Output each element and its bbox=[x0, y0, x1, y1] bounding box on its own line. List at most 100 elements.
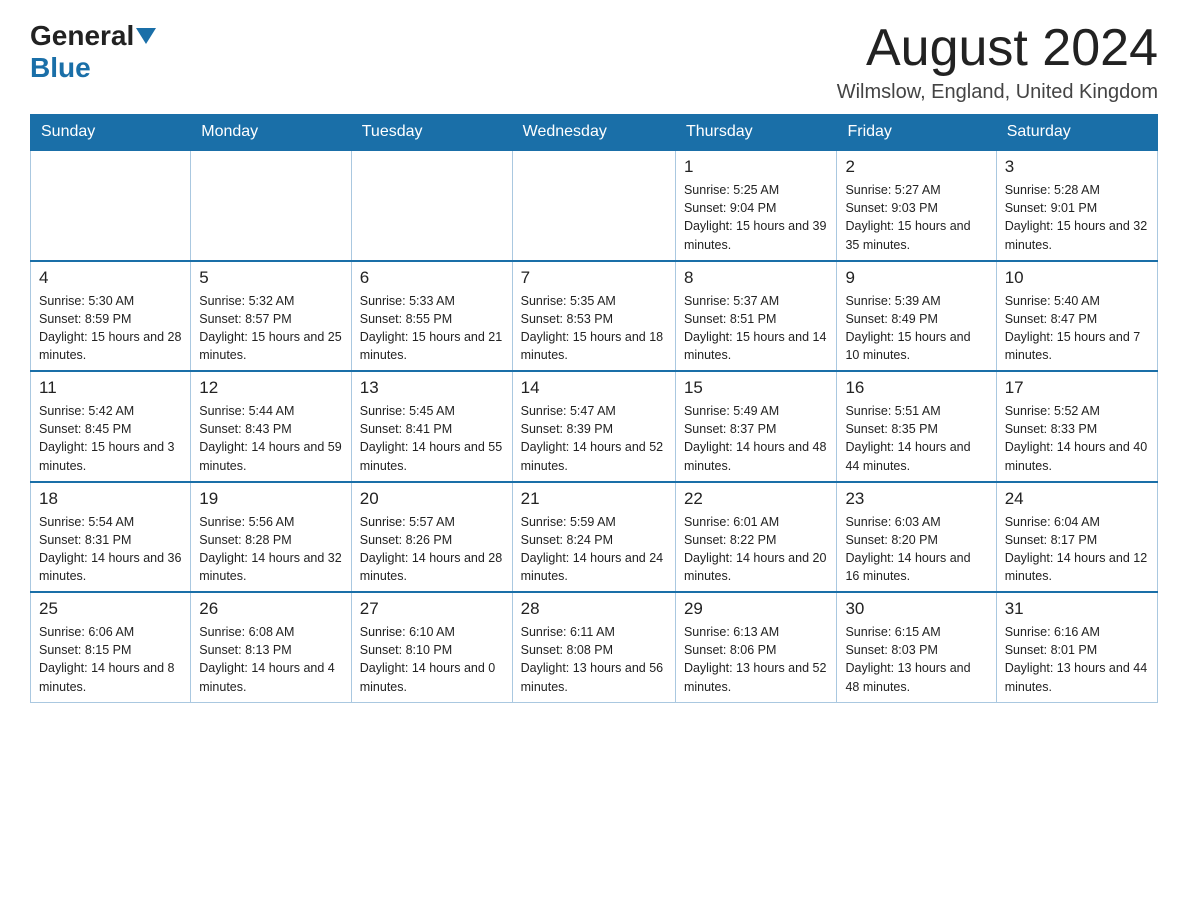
calendar-cell: 23 Sunrise: 6:03 AM Sunset: 8:20 PM Dayli… bbox=[837, 482, 996, 593]
day-number: 4 bbox=[39, 268, 182, 288]
calendar-header-row: SundayMondayTuesdayWednesdayThursdayFrid… bbox=[31, 115, 1158, 151]
day-number: 27 bbox=[360, 599, 504, 619]
day-number: 14 bbox=[521, 378, 667, 398]
calendar-cell: 3 Sunrise: 5:28 AM Sunset: 9:01 PM Daylig… bbox=[996, 150, 1157, 261]
calendar-cell: 15Sunrise: 5:49 AM Sunset: 8:37 PM Dayli… bbox=[675, 371, 837, 482]
day-number: 19 bbox=[199, 489, 343, 509]
day-number: 10 bbox=[1005, 268, 1149, 288]
calendar-cell: 9 Sunrise: 5:39 AM Sunset: 8:49 PM Daylig… bbox=[837, 261, 996, 372]
day-info: Sunrise: 5:35 AM Sunset: 8:53 PM Dayligh… bbox=[521, 292, 667, 365]
calendar-cell: 1Sunrise: 5:25 AM Sunset: 9:04 PM Daylig… bbox=[675, 150, 837, 261]
weekday-header-saturday: Saturday bbox=[996, 115, 1157, 151]
day-number: 5 bbox=[199, 268, 343, 288]
day-number: 21 bbox=[521, 489, 667, 509]
day-number: 17 bbox=[1005, 378, 1149, 398]
day-info: Sunrise: 5:56 AM Sunset: 8:28 PM Dayligh… bbox=[199, 513, 343, 586]
calendar-cell: 22 Sunrise: 6:01 AM Sunset: 8:22 PM Dayli… bbox=[675, 482, 837, 593]
day-info: Sunrise: 6:03 AM Sunset: 8:20 PM Dayligh… bbox=[845, 513, 987, 586]
day-number: 12 bbox=[199, 378, 343, 398]
calendar-cell: 6 Sunrise: 5:33 AM Sunset: 8:55 PM Daylig… bbox=[351, 261, 512, 372]
week-row-3: 11 Sunrise: 5:42 AM Sunset: 8:45 PM Dayli… bbox=[31, 371, 1158, 482]
calendar-cell: 31 Sunrise: 6:16 AM Sunset: 8:01 PM Dayli… bbox=[996, 592, 1157, 702]
day-number: 23 bbox=[845, 489, 987, 509]
calendar-cell: 18Sunrise: 5:54 AM Sunset: 8:31 PM Dayli… bbox=[31, 482, 191, 593]
location-text: Wilmslow, England, United Kingdom bbox=[837, 81, 1158, 104]
day-number: 30 bbox=[845, 599, 987, 619]
calendar-cell: 24Sunrise: 6:04 AM Sunset: 8:17 PM Dayli… bbox=[996, 482, 1157, 593]
day-info: Sunrise: 5:33 AM Sunset: 8:55 PM Dayligh… bbox=[360, 292, 504, 365]
page-header: General Blue August 2024 Wilmslow, Engla… bbox=[30, 20, 1158, 104]
calendar-cell bbox=[351, 150, 512, 261]
calendar-cell: 30 Sunrise: 6:15 AM Sunset: 8:03 PM Dayli… bbox=[837, 592, 996, 702]
day-info: Sunrise: 5:28 AM Sunset: 9:01 PM Dayligh… bbox=[1005, 181, 1149, 254]
logo-general-text: General bbox=[30, 20, 134, 52]
calendar-table: SundayMondayTuesdayWednesdayThursdayFrid… bbox=[30, 114, 1158, 703]
week-row-5: 25Sunrise: 6:06 AM Sunset: 8:15 PM Dayli… bbox=[31, 592, 1158, 702]
calendar-cell: 28Sunrise: 6:11 AM Sunset: 8:08 PM Dayli… bbox=[512, 592, 675, 702]
day-number: 20 bbox=[360, 489, 504, 509]
day-info: Sunrise: 5:44 AM Sunset: 8:43 PM Dayligh… bbox=[199, 402, 343, 475]
calendar-cell: 26 Sunrise: 6:08 AM Sunset: 8:13 PM Dayli… bbox=[191, 592, 352, 702]
day-number: 28 bbox=[521, 599, 667, 619]
day-info: Sunrise: 6:13 AM Sunset: 8:06 PM Dayligh… bbox=[684, 623, 829, 696]
weekday-header-friday: Friday bbox=[837, 115, 996, 151]
calendar-cell: 4 Sunrise: 5:30 AM Sunset: 8:59 PM Daylig… bbox=[31, 261, 191, 372]
calendar-cell: 21 Sunrise: 5:59 AM Sunset: 8:24 PM Dayli… bbox=[512, 482, 675, 593]
day-info: Sunrise: 5:45 AM Sunset: 8:41 PM Dayligh… bbox=[360, 402, 504, 475]
title-area: August 2024 Wilmslow, England, United Ki… bbox=[837, 20, 1158, 104]
day-info: Sunrise: 6:04 AM Sunset: 8:17 PM Dayligh… bbox=[1005, 513, 1149, 586]
calendar-cell: 7 Sunrise: 5:35 AM Sunset: 8:53 PM Daylig… bbox=[512, 261, 675, 372]
calendar-cell: 19 Sunrise: 5:56 AM Sunset: 8:28 PM Dayli… bbox=[191, 482, 352, 593]
day-info: Sunrise: 5:49 AM Sunset: 8:37 PM Dayligh… bbox=[684, 402, 829, 475]
day-info: Sunrise: 6:15 AM Sunset: 8:03 PM Dayligh… bbox=[845, 623, 987, 696]
weekday-header-sunday: Sunday bbox=[31, 115, 191, 151]
day-info: Sunrise: 5:27 AM Sunset: 9:03 PM Dayligh… bbox=[845, 181, 987, 254]
day-info: Sunrise: 5:47 AM Sunset: 8:39 PM Dayligh… bbox=[521, 402, 667, 475]
weekday-header-monday: Monday bbox=[191, 115, 352, 151]
day-info: Sunrise: 5:59 AM Sunset: 8:24 PM Dayligh… bbox=[521, 513, 667, 586]
day-info: Sunrise: 5:39 AM Sunset: 8:49 PM Dayligh… bbox=[845, 292, 987, 365]
day-info: Sunrise: 5:57 AM Sunset: 8:26 PM Dayligh… bbox=[360, 513, 504, 586]
day-number: 31 bbox=[1005, 599, 1149, 619]
day-number: 7 bbox=[521, 268, 667, 288]
calendar-cell: 25Sunrise: 6:06 AM Sunset: 8:15 PM Dayli… bbox=[31, 592, 191, 702]
calendar-cell: 5 Sunrise: 5:32 AM Sunset: 8:57 PM Daylig… bbox=[191, 261, 352, 372]
calendar-cell: 8Sunrise: 5:37 AM Sunset: 8:51 PM Daylig… bbox=[675, 261, 837, 372]
day-number: 6 bbox=[360, 268, 504, 288]
day-info: Sunrise: 6:01 AM Sunset: 8:22 PM Dayligh… bbox=[684, 513, 829, 586]
calendar-cell: 29 Sunrise: 6:13 AM Sunset: 8:06 PM Dayli… bbox=[675, 592, 837, 702]
week-row-2: 4 Sunrise: 5:30 AM Sunset: 8:59 PM Daylig… bbox=[31, 261, 1158, 372]
day-info: Sunrise: 5:40 AM Sunset: 8:47 PM Dayligh… bbox=[1005, 292, 1149, 365]
weekday-header-wednesday: Wednesday bbox=[512, 115, 675, 151]
calendar-cell: 2 Sunrise: 5:27 AM Sunset: 9:03 PM Daylig… bbox=[837, 150, 996, 261]
calendar-cell: 27 Sunrise: 6:10 AM Sunset: 8:10 PM Dayli… bbox=[351, 592, 512, 702]
day-info: Sunrise: 5:42 AM Sunset: 8:45 PM Dayligh… bbox=[39, 402, 182, 475]
day-number: 1 bbox=[684, 157, 829, 177]
day-number: 18 bbox=[39, 489, 182, 509]
day-number: 11 bbox=[39, 378, 182, 398]
day-number: 8 bbox=[684, 268, 829, 288]
calendar-cell: 11 Sunrise: 5:42 AM Sunset: 8:45 PM Dayli… bbox=[31, 371, 191, 482]
day-info: Sunrise: 6:16 AM Sunset: 8:01 PM Dayligh… bbox=[1005, 623, 1149, 696]
day-info: Sunrise: 5:32 AM Sunset: 8:57 PM Dayligh… bbox=[199, 292, 343, 365]
day-info: Sunrise: 5:51 AM Sunset: 8:35 PM Dayligh… bbox=[845, 402, 987, 475]
calendar-cell: 20 Sunrise: 5:57 AM Sunset: 8:26 PM Dayli… bbox=[351, 482, 512, 593]
calendar-cell: 14 Sunrise: 5:47 AM Sunset: 8:39 PM Dayli… bbox=[512, 371, 675, 482]
day-number: 2 bbox=[845, 157, 987, 177]
calendar-cell bbox=[31, 150, 191, 261]
weekday-header-thursday: Thursday bbox=[675, 115, 837, 151]
day-number: 3 bbox=[1005, 157, 1149, 177]
day-info: Sunrise: 6:06 AM Sunset: 8:15 PM Dayligh… bbox=[39, 623, 182, 696]
day-info: Sunrise: 6:08 AM Sunset: 8:13 PM Dayligh… bbox=[199, 623, 343, 696]
day-number: 9 bbox=[845, 268, 987, 288]
day-info: Sunrise: 6:10 AM Sunset: 8:10 PM Dayligh… bbox=[360, 623, 504, 696]
calendar-cell: 13 Sunrise: 5:45 AM Sunset: 8:41 PM Dayli… bbox=[351, 371, 512, 482]
month-title: August 2024 bbox=[837, 20, 1158, 77]
day-number: 16 bbox=[845, 378, 987, 398]
day-number: 22 bbox=[684, 489, 829, 509]
weekday-header-tuesday: Tuesday bbox=[351, 115, 512, 151]
day-number: 26 bbox=[199, 599, 343, 619]
day-info: Sunrise: 5:30 AM Sunset: 8:59 PM Dayligh… bbox=[39, 292, 182, 365]
day-number: 13 bbox=[360, 378, 504, 398]
day-number: 29 bbox=[684, 599, 829, 619]
